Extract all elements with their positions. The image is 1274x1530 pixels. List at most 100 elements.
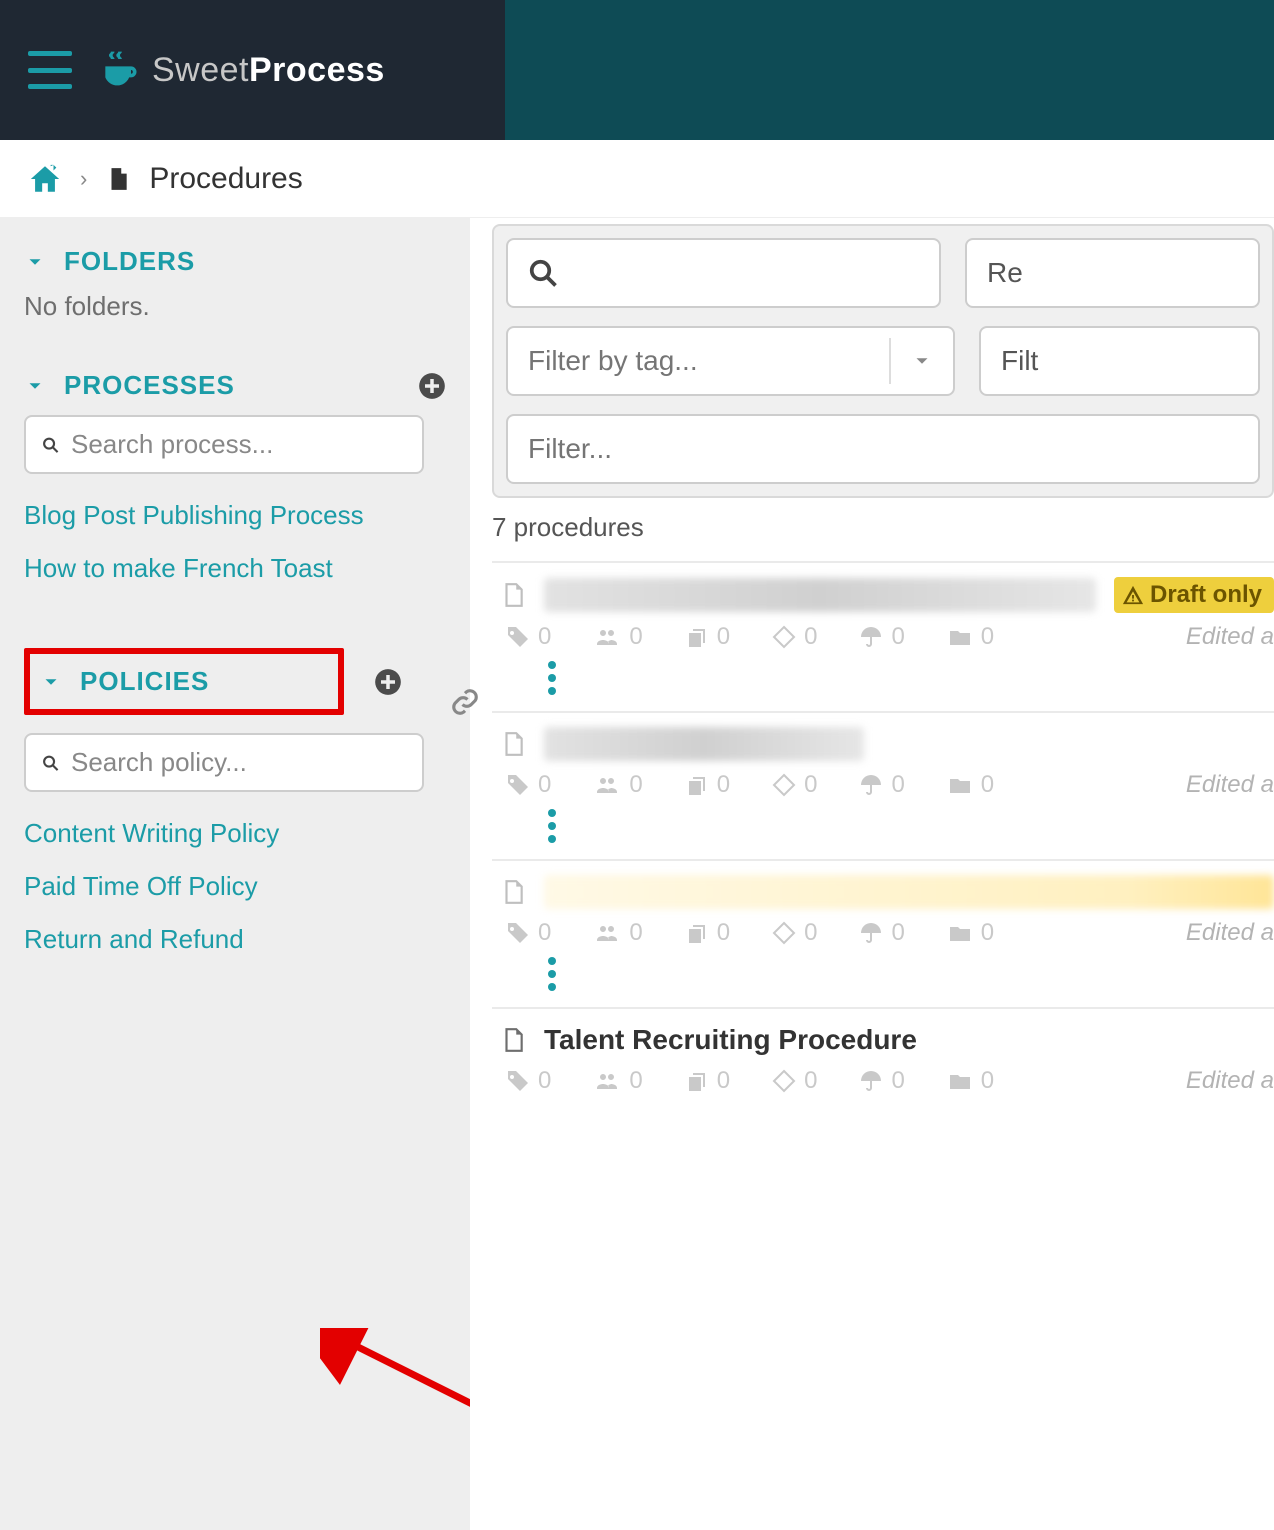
tag-icon xyxy=(506,773,530,797)
sidebar-item-process[interactable]: Blog Post Publishing Process xyxy=(24,496,446,535)
logo[interactable]: SweetProcess xyxy=(98,48,385,92)
document-icon xyxy=(500,1023,526,1057)
diamond-icon xyxy=(772,1069,796,1093)
copy-icon xyxy=(685,1069,709,1093)
people-icon xyxy=(593,921,621,945)
filter-right-2[interactable]: Filt xyxy=(979,326,1260,396)
topbar-left: SweetProcess xyxy=(0,0,505,140)
tag-icon xyxy=(506,921,530,945)
meta-umbrella: 0 xyxy=(859,623,904,651)
tag-icon xyxy=(506,625,530,649)
generic-filter-field[interactable] xyxy=(528,433,1238,465)
meta-folder: 0 xyxy=(947,623,994,651)
policies-header-highlight: POLICIES xyxy=(24,648,344,715)
logo-text: SweetProcess xyxy=(152,51,385,90)
umbrella-icon xyxy=(859,1069,883,1093)
copy-icon xyxy=(685,921,709,945)
generic-filter[interactable] xyxy=(506,414,1260,484)
process-links: Blog Post Publishing Process How to make… xyxy=(24,496,446,588)
procedure-title-redacted xyxy=(544,875,1274,909)
filter-right-1[interactable]: Re xyxy=(965,238,1260,308)
sidebar-item-policy[interactable]: Paid Time Off Policy xyxy=(24,867,446,906)
meta-tags: 0 xyxy=(506,623,551,651)
search-policy-field[interactable] xyxy=(71,747,406,778)
breadcrumb: › Procedures xyxy=(0,140,1274,218)
copy-icon xyxy=(685,625,709,649)
row-menu[interactable] xyxy=(548,661,1274,695)
umbrella-icon xyxy=(859,625,883,649)
folders-label: FOLDERS xyxy=(64,246,195,277)
edited-label: Edited a xyxy=(1186,623,1274,651)
chevron-down-icon xyxy=(24,375,46,397)
policies-label: POLICIES xyxy=(80,666,209,697)
folders-header[interactable]: FOLDERS xyxy=(24,246,446,277)
procedure-title: Talent Recruiting Procedure xyxy=(544,1024,917,1056)
processes-header[interactable]: PROCESSES xyxy=(24,370,446,401)
document-icon xyxy=(105,163,131,195)
procedure-row[interactable]: Draft only 0 0 0 0 0 0 Edited a xyxy=(492,561,1274,711)
procedure-row[interactable]: 0 0 0 0 0 0 Edited a xyxy=(492,859,1274,1007)
sidebar: FOLDERS No folders. PROCESSES Blog Post … xyxy=(0,218,470,1530)
add-policy-icon[interactable] xyxy=(374,668,402,696)
home-icon[interactable] xyxy=(28,162,62,196)
edited-label: Edited a xyxy=(1186,771,1274,799)
meta-row: 0 0 0 0 0 0 Edited a xyxy=(506,919,1274,947)
chevron-down-icon xyxy=(911,350,933,372)
annotation-arrow xyxy=(320,1328,470,1438)
row-menu[interactable] xyxy=(548,809,1274,843)
tag-filter[interactable] xyxy=(506,326,955,396)
cup-icon xyxy=(98,48,142,92)
topbar: SweetProcess xyxy=(0,0,1274,140)
edited-label: Edited a xyxy=(1186,1067,1274,1095)
search-filter-field[interactable] xyxy=(558,257,919,289)
content: FOLDERS No folders. PROCESSES Blog Post … xyxy=(0,218,1274,1530)
procedure-row[interactable]: 0 0 0 0 0 0 Edited a xyxy=(492,711,1274,859)
edited-label: Edited a xyxy=(1186,919,1274,947)
procedure-title-redacted xyxy=(544,578,1096,612)
procedure-title-redacted xyxy=(544,727,864,761)
meta-diamond: 0 xyxy=(772,623,817,651)
document-icon xyxy=(500,727,526,761)
search-process-field[interactable] xyxy=(71,429,406,460)
people-icon xyxy=(593,1069,621,1093)
filter-panel: Re Filt xyxy=(492,224,1274,498)
meta-copies: 0 xyxy=(685,623,730,651)
policy-links: Content Writing Policy Paid Time Off Pol… xyxy=(24,814,446,959)
no-folders-text: No folders. xyxy=(24,291,446,322)
search-icon xyxy=(528,258,558,288)
tag-icon xyxy=(506,1069,530,1093)
procedure-row[interactable]: Talent Recruiting Procedure 0 0 0 0 0 0 … xyxy=(492,1007,1274,1105)
chevron-right-icon: › xyxy=(80,166,87,192)
diamond-icon xyxy=(772,921,796,945)
diamond-icon xyxy=(772,625,796,649)
policies-header[interactable]: POLICIES xyxy=(40,666,318,697)
document-icon xyxy=(500,578,526,612)
umbrella-icon xyxy=(859,921,883,945)
meta-row: 0 0 0 0 0 0 Edited a xyxy=(506,771,1274,799)
search-filter[interactable] xyxy=(506,238,941,308)
filter-right-1-label: Re xyxy=(987,257,1023,289)
search-policy-input[interactable] xyxy=(24,733,424,792)
breadcrumb-title: Procedures xyxy=(149,162,302,196)
search-process-input[interactable] xyxy=(24,415,424,474)
sidebar-item-process[interactable]: How to make French Toast xyxy=(24,549,446,588)
folder-icon xyxy=(947,921,973,945)
chevron-down-icon xyxy=(40,671,62,693)
tag-filter-field[interactable] xyxy=(528,345,889,377)
row-menu[interactable] xyxy=(548,957,1274,991)
people-icon xyxy=(593,625,621,649)
warning-icon xyxy=(1122,584,1144,606)
procedure-count: 7 procedures xyxy=(492,512,1274,543)
link-icon[interactable] xyxy=(450,687,480,717)
draft-badge: Draft only xyxy=(1114,577,1274,613)
sidebar-item-policy[interactable]: Return and Refund xyxy=(24,920,446,959)
chevron-down-icon xyxy=(24,251,46,273)
meta-row: 0 0 0 0 0 0 Edited a xyxy=(506,1067,1274,1095)
people-icon xyxy=(593,773,621,797)
sidebar-item-policy[interactable]: Content Writing Policy xyxy=(24,814,446,853)
filter-right-2-label: Filt xyxy=(1001,345,1038,377)
diamond-icon xyxy=(772,773,796,797)
draft-badge-label: Draft only xyxy=(1150,581,1262,609)
menu-icon[interactable] xyxy=(28,51,72,89)
add-process-icon[interactable] xyxy=(418,372,446,400)
